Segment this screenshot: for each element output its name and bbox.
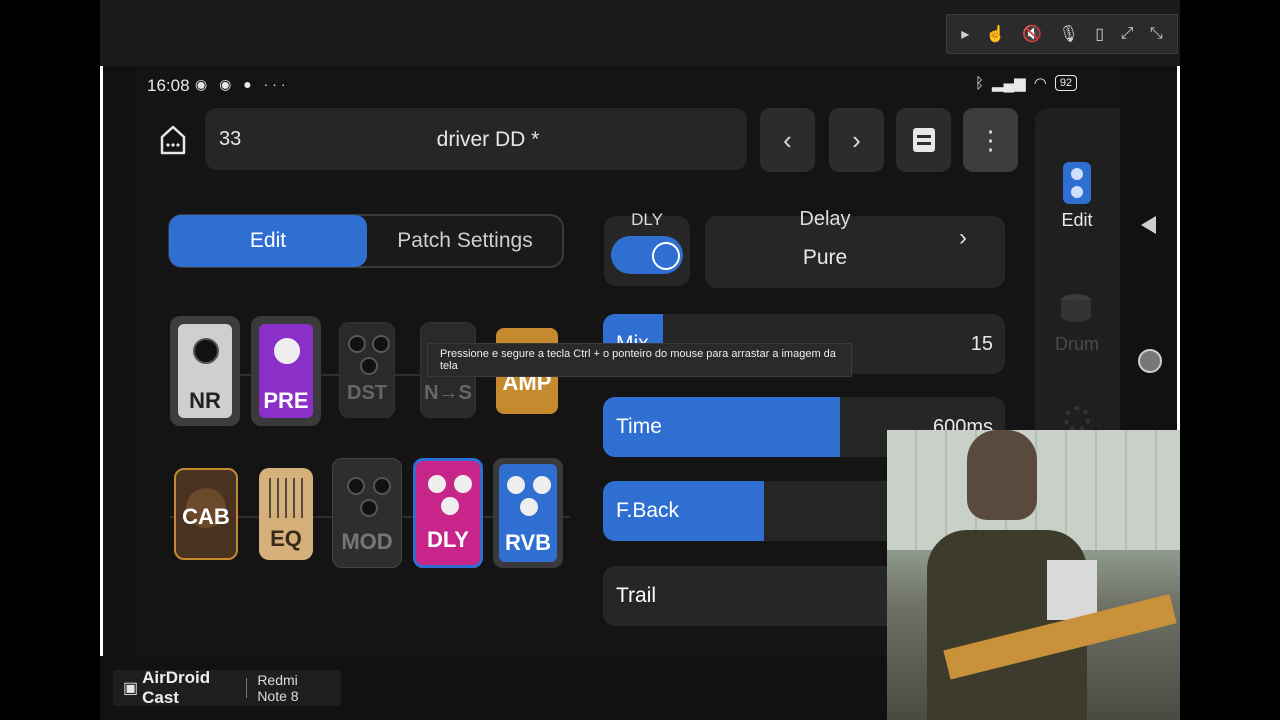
pedal-rvb[interactable]: RVB [493,458,563,568]
status-time: 16:08 [147,76,190,95]
cast-brand: AirDroid Cast [142,668,211,707]
bluetooth-icon: ᛒ [975,74,985,92]
param-value: 15 [970,333,993,355]
effect-type: Pure [802,246,848,269]
webcam-overlay [887,430,1180,720]
messenger-icon: ◉ [219,76,236,92]
pedal-mod[interactable]: MOD [332,458,402,568]
pedal-label: N→S [424,382,472,404]
sidebar-drum-label[interactable]: Drum [1035,334,1119,355]
toggle-knob [652,242,680,270]
home-button[interactable] [155,122,191,158]
chat-icon: ● [243,76,256,92]
exit-fullscreen-icon[interactable]: ⤡ [1150,25,1163,43]
cast-toolbar: ▸ ☝ 🔇 🎙 ▯ ⤢ ⤡ [946,14,1178,54]
speaker-mute-icon[interactable]: 🔇 [1022,24,1042,44]
status-right: ᛒ ▂▄▆ ◠ 92 [975,74,1078,92]
battery-icon: 92 [1054,75,1078,91]
chevron-right-icon: › [852,124,861,155]
touch-icon[interactable]: ☝ [986,24,1006,44]
patch-name: driver DD * [436,128,540,151]
sidebar-edit-label[interactable]: Edit [1035,210,1119,231]
pedal-label: PRE [263,388,309,413]
rotate-icon[interactable]: ▯ [1095,24,1104,44]
divider [246,678,248,698]
pedal-pre[interactable]: PRE [251,316,321,426]
pedal-label: DST [347,382,387,404]
home-circle-icon[interactable] [1138,349,1162,373]
settings-gear-icon[interactable] [1064,406,1090,432]
drum-icon[interactable] [1059,288,1093,324]
pedal-label: EQ [270,526,302,551]
pedal-label: NR [189,388,221,413]
pedal-cab[interactable]: CAB [174,468,238,560]
effect-category: Delay [799,208,851,230]
expand-arrow-icon[interactable]: ▸ [961,24,969,44]
person-head [967,430,1037,520]
back-triangle-icon[interactable] [1141,216,1156,234]
notification-icons: ◉ ◉ ● ··· [195,76,290,93]
signal-icon: ▂▄▆ [992,75,1026,92]
wifi-icon: ◠ [1033,75,1047,92]
home-icon [160,125,186,155]
prev-patch-button[interactable]: ‹ [760,108,815,172]
chevron-left-icon: ‹ [783,124,792,155]
document-icon [912,128,935,152]
tab-edit[interactable]: Edit [169,215,367,267]
fullscreen-icon[interactable]: ⤢ [1121,25,1134,43]
param-name: Time [616,415,662,438]
more-menu-button[interactable]: ⋮ [963,108,1018,172]
pedal-nr[interactable]: NR [170,316,240,426]
chevron-right-icon: › [959,224,967,251]
pedal-label: DLY [427,527,469,552]
pedal-dly[interactable]: DLY [413,458,483,568]
save-patch-button[interactable] [896,108,951,172]
pedal-label: CAB [182,504,230,529]
param-name: F.Back [616,499,680,522]
stove [1047,560,1097,620]
next-patch-button[interactable]: › [829,108,884,172]
pedal-label: RVB [504,530,552,555]
more-vertical-icon: ⋮ [977,124,1004,155]
effect-block-label: DLY [631,210,663,229]
drag-tooltip: Pressione e segure a tecla Ctrl + o pont… [427,343,852,377]
pedal-dst[interactable]: DST [339,322,395,418]
airdroid-badge: ▣ AirDroid Cast Redmi Note 8 [113,668,341,707]
param-name: Trail [616,584,657,607]
pedal-eq[interactable]: EQ [259,468,313,560]
messenger-icon: ◉ [195,76,212,92]
more-notifications: ··· [263,76,290,92]
pedal-label: MOD [341,529,393,554]
cast-logo-icon: ▣ [123,680,139,697]
device-name: Redmi Note 8 [257,672,299,704]
edit-pedal-icon[interactable] [1063,162,1091,204]
tab-patch-settings[interactable]: Patch Settings [367,215,563,267]
mic-mute-icon[interactable]: 🎙 [1059,24,1079,44]
